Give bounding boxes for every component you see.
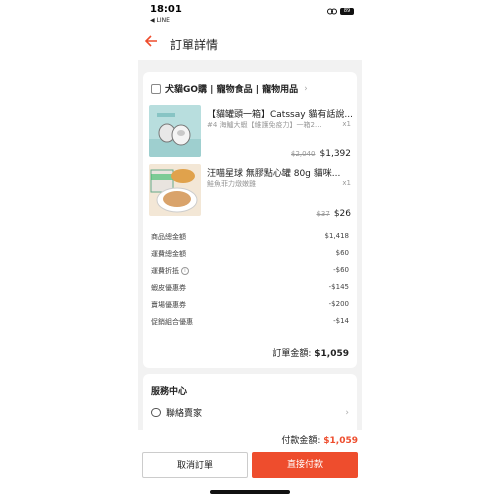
- chat-icon: [151, 408, 161, 417]
- summary-value: -$14: [333, 317, 349, 325]
- summary-label: 商品總金額: [151, 233, 186, 241]
- shop-name: 犬貓GO購 | 寵物食品 | 寵物用品: [165, 85, 299, 95]
- summary-value: $1,418: [324, 232, 350, 240]
- link-icon: [327, 8, 337, 15]
- status-time: 18:01: [150, 4, 182, 15]
- sale-price: $1,392: [319, 149, 352, 159]
- order-item[interactable]: 【貓罐頭一箱】Catssay 貓有話說... #4 海鱸大蝦【維護免疫力】一箱2…: [149, 105, 353, 165]
- summary-value: $60: [335, 249, 349, 257]
- pay-now-button[interactable]: 直接付款: [252, 452, 358, 478]
- shop-icon: [151, 83, 161, 94]
- info-icon[interactable]: i: [181, 267, 189, 275]
- contact-seller-row[interactable]: 聯絡賣家 ›: [151, 406, 349, 419]
- payment-label: 付款金額:: [281, 436, 321, 446]
- summary-label: 運費總金額: [151, 250, 186, 258]
- order-total-label: 訂單金額:: [272, 349, 312, 359]
- product-price-row: $2,040 $1,392: [291, 149, 351, 159]
- product-variant: 鮭魚菲力燉嫩雞: [207, 180, 256, 188]
- status-bar: 18:01 ◀ LINE 89: [138, 0, 362, 28]
- original-price: $37: [316, 210, 330, 218]
- service-title: 服務中心: [151, 387, 188, 397]
- summary-label: 促銷組合優惠: [151, 318, 193, 326]
- summary-label: 賣場優惠券: [151, 301, 186, 309]
- order-card: 犬貓GO購 | 寵物食品 | 寵物用品 › 【貓罐頭一箱】Catssay 貓有話…: [143, 72, 357, 368]
- summary-row: 商品總金額 $1,418: [151, 232, 349, 242]
- product-name: 汪喵星球 無膠點心罐 80g 貓咪...: [207, 169, 341, 179]
- product-name: 【貓罐頭一箱】Catssay 貓有話說...: [207, 110, 353, 120]
- home-indicator[interactable]: [210, 490, 290, 494]
- battery-icon: 89: [340, 8, 354, 15]
- product-image: [149, 164, 201, 216]
- contact-seller-label: 聯絡賣家: [166, 409, 203, 419]
- product-price-row: $37 $26: [316, 209, 351, 219]
- payment-footer: 付款金額: $1,059 取消訂單 直接付款: [138, 430, 362, 500]
- summary-label: 運費折抵: [151, 267, 179, 275]
- shop-header[interactable]: 犬貓GO購 | 寵物食品 | 寵物用品 ›: [151, 82, 308, 95]
- sale-price: $26: [333, 209, 351, 219]
- product-variant: #4 海鱸大蝦【維護免疫力】一箱2...: [207, 121, 322, 129]
- payment-amount: 付款金額: $1,059: [281, 433, 358, 446]
- summary-label: 蝦皮優惠券: [151, 284, 186, 292]
- page-header: 訂單詳情: [138, 28, 362, 60]
- back-to-app-link[interactable]: ◀ LINE: [150, 17, 170, 24]
- chevron-right-icon: ›: [345, 407, 349, 418]
- phone-screen: 18:01 ◀ LINE 89 訂單詳情 犬貓GO購 | 寵物食品 | 寵物用品…: [138, 0, 362, 500]
- service-card: 服務中心 聯絡賣家 ›: [143, 374, 357, 430]
- payment-value: $1,059: [323, 436, 358, 446]
- cancel-order-button[interactable]: 取消訂單: [142, 452, 248, 478]
- order-total: 訂單金額: $1,059: [272, 346, 349, 359]
- order-item[interactable]: 汪喵星球 無膠點心罐 80g 貓咪... 鮭魚菲力燉嫩雞 x1 $37 $26: [149, 164, 351, 224]
- system-icons: 89: [327, 8, 354, 15]
- chevron-right-icon: ›: [304, 83, 308, 94]
- summary-row: 運費折抵 i -$60: [151, 266, 349, 276]
- summary-row: 促銷組合優惠 -$14: [151, 317, 349, 327]
- summary-value: -$60: [333, 266, 349, 274]
- summary-value: -$145: [328, 283, 349, 291]
- summary-row: 蝦皮優惠券 -$145: [151, 283, 349, 293]
- product-quantity: x1: [342, 120, 351, 128]
- order-content[interactable]: 犬貓GO購 | 寵物食品 | 寵物用品 › 【貓罐頭一箱】Catssay 貓有話…: [138, 60, 362, 430]
- original-price: $2,040: [291, 150, 316, 158]
- product-image: [149, 105, 201, 157]
- page-title: 訂單詳情: [170, 38, 219, 52]
- summary-row: 運費總金額 $60: [151, 249, 349, 259]
- summary-row: 賣場優惠券 -$200: [151, 300, 349, 310]
- back-arrow-icon[interactable]: [144, 34, 158, 48]
- summary-value: -$200: [328, 300, 349, 308]
- order-total-value: $1,059: [314, 349, 349, 359]
- product-quantity: x1: [342, 179, 351, 187]
